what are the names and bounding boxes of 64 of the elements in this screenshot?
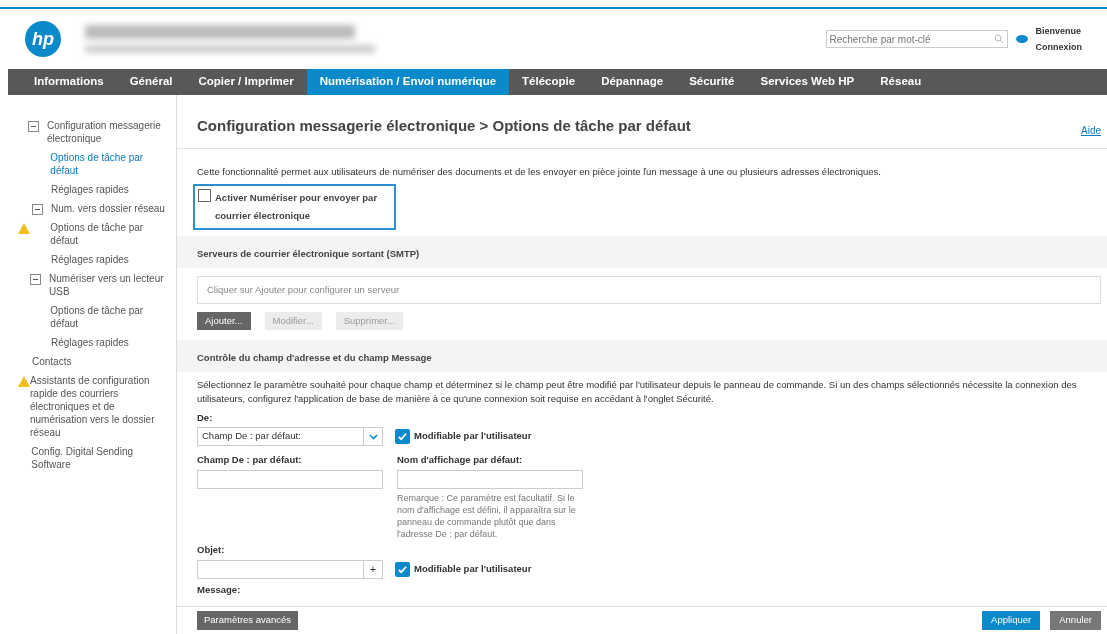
sidebar-item[interactable]: Num. vers dossier réseau — [51, 202, 165, 215]
login-link[interactable]: Connexion — [1035, 39, 1082, 55]
help-link[interactable]: Aide — [1081, 122, 1101, 138]
advanced-settings-button[interactable]: Paramètres avancés — [197, 611, 299, 630]
checkbox-label: Modifiable par l'utilisateur — [414, 561, 532, 576]
collapse-icon[interactable] — [27, 121, 39, 132]
field-label: Objet: — [197, 543, 226, 558]
nav-tab[interactable]: Informations — [21, 69, 117, 95]
apply-button[interactable]: Appliquer — [982, 611, 1041, 630]
sidebar-item[interactable]: Config. Digital Sending Software — [31, 445, 168, 471]
description-text: Cette fonctionnalité permet aux utilisateurs de numériser des documents et de les envoyer en pièce jointe ľun message à une ou plusieurs adresses électroniques. — [197, 164, 882, 179]
nav-tab[interactable]: Copier / Imprimer — [185, 69, 307, 95]
sidebar-item[interactable]: Réglages rapides — [51, 253, 129, 266]
instruction-text: Sélectionnez le paramètre souhaité pour chaque champ et déterminez si le champ peut être modifié par l'utilisateur depuis le panneau de commande. Si un des champs sélectionnés nécessite la connexion des utilisateurs, configurez l'application de base de manière à ce qu'une connexion soit requise en accédant à l'onglet Sécurité. — [197, 377, 1078, 406]
sidebar-item[interactable]: Numériser vers un lecteur USB — [49, 272, 168, 298]
nav-tab[interactable]: Réseau — [867, 69, 935, 95]
section-heading: Contrôle du champ d'adresse et du champ Message — [197, 351, 432, 363]
sidebar-item[interactable]: Options de tâche par défaut — [50, 304, 168, 330]
warning-icon — [18, 376, 30, 387]
welcome-text: Bienvenue — [1035, 25, 1082, 38]
user-icon — [1015, 34, 1028, 44]
field-label: Champ De : par défaut: — [197, 453, 303, 467]
nav-tab[interactable]: Services Web HP — [747, 69, 868, 95]
cancel-button[interactable]: Annuler — [1050, 611, 1101, 630]
server-list-field[interactable]: Cliquer sur Ajouter pour configurer un serveur — [197, 275, 1101, 304]
insert-button[interactable]: + — [363, 560, 382, 578]
sidebar-item[interactable]: Réglages rapides — [51, 183, 129, 196]
field-label: De: — [197, 410, 214, 425]
from-select[interactable]: Champ De : par défaut: — [197, 427, 383, 446]
search-icon[interactable] — [993, 34, 1004, 44]
checkbox[interactable] — [198, 188, 211, 202]
search-field[interactable]: Recherche par mot-clé — [825, 30, 1008, 48]
sidebar-item[interactable]: Réglages rapides — [51, 336, 129, 349]
section-heading: Serveurs de courrier électronique sortant (SMTP) — [197, 247, 420, 259]
nav-tab[interactable]: Sécurité — [676, 69, 748, 95]
checkbox-label: Activer Numériser pour envoyer par courrier électronique — [215, 190, 379, 223]
collapse-icon[interactable] — [32, 204, 43, 215]
action-button[interactable]: Ajouter... — [197, 311, 251, 330]
checkbox[interactable] — [395, 429, 410, 444]
sidebar-item[interactable]: Contacts — [32, 355, 72, 368]
sidebar-item[interactable]: Options de tâche par défaut — [50, 221, 168, 247]
checkbox-label: Modifiable par l'utilisateur — [414, 429, 532, 444]
sidebar-item[interactable]: Assistants de configuration rapide des courriers électroniques et de numérisation vers le dossier réseau — [30, 374, 168, 439]
nav-tab[interactable]: Télécopie — [509, 69, 589, 95]
nav-tab[interactable]: Dépannage — [588, 69, 677, 95]
warning-icon — [18, 223, 30, 234]
check-icon — [397, 431, 408, 442]
chevron-down-icon — [368, 433, 378, 440]
field-label: Message: — [197, 582, 242, 597]
logo: hp — [25, 21, 61, 57]
sidebar-item[interactable]: Options de tâche par défaut — [50, 151, 168, 177]
sidebar-item[interactable]: Configuration messagerie électronique — [46, 119, 168, 145]
display-name-field[interactable] — [397, 470, 583, 490]
checkbox[interactable] — [395, 561, 410, 577]
nav-tab[interactable]: Numérisation / Envoi numérique — [306, 69, 510, 95]
check-icon — [397, 563, 408, 575]
nav-tab[interactable]: Général — [116, 69, 186, 95]
collapse-icon[interactable] — [30, 274, 42, 285]
note-text: Remarque : Ce paramètre est facultatif. Si le nom d'affichage est défini, il apparaîtra sur le panneau de commande plutôt que dans l'adresse De : par défaut. — [397, 492, 577, 541]
subject-field[interactable]: + — [197, 559, 383, 579]
list-placeholder: Cliquer sur Ajouter pour configurer un serveur — [207, 282, 400, 297]
page-title: Configuration messagerie électronique > Options de tâche par défaut — [197, 116, 691, 136]
default-from-field[interactable] — [197, 470, 383, 490]
field-label: Nom d'affichage par défaut: — [397, 453, 524, 467]
